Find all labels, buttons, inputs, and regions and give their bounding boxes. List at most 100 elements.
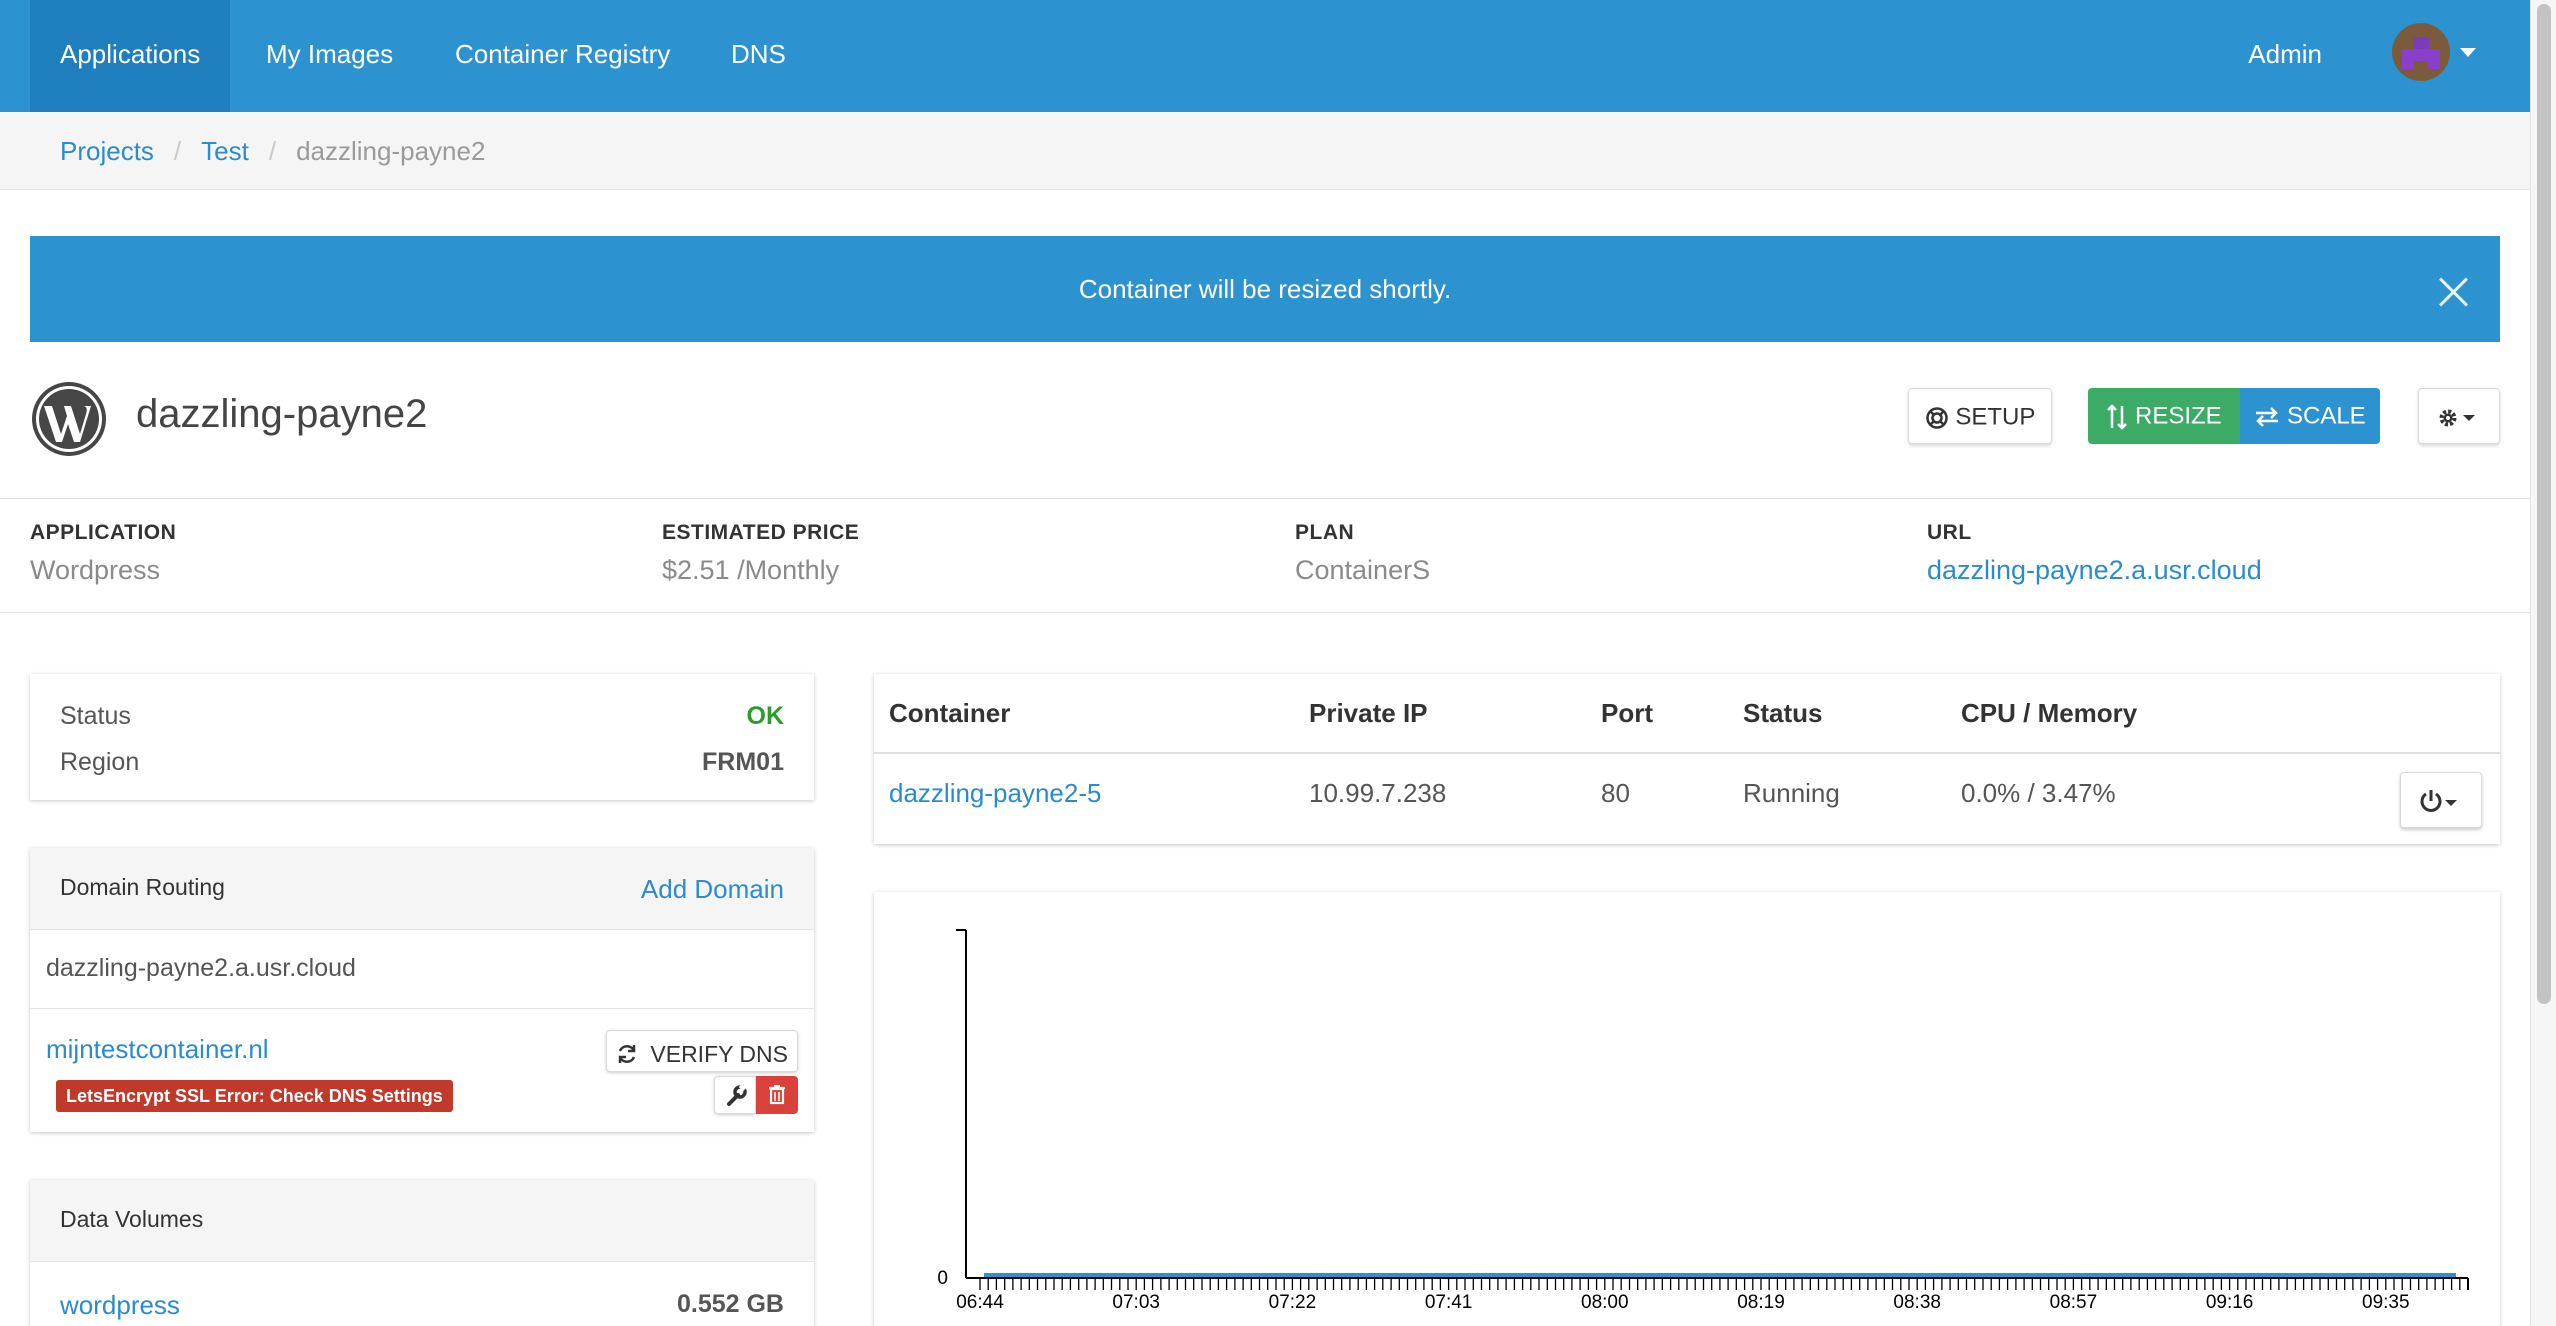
data-volumes-card: Data Volumes wordpress 0.552 GB: [30, 1180, 814, 1326]
ssl-error-badge: LetsEncrypt SSL Error: Check DNS Setting…: [56, 1080, 453, 1112]
status-card: Status OK Region FRM01: [30, 674, 814, 800]
column-header: Container: [889, 698, 1011, 728]
verify-dns-label: VERIFY DNS: [650, 1040, 788, 1067]
info-estimated-price: ESTIMATED PRICE $2.51 /Monthly: [662, 521, 859, 586]
container-usage: 0.0% / 3.47%: [1961, 778, 2116, 808]
default-domain: dazzling-payne2.a.usr.cloud: [46, 954, 356, 982]
settings-dropdown-button[interactable]: [2418, 388, 2500, 444]
resize-label: RESIZE: [2134, 402, 2222, 430]
x-tick-label: 09:16: [2206, 1292, 2254, 1313]
usage-chart: 0 06:44 07:03 07:22 07:41 08:00 08:19 08:38 08:5…: [937, 929, 2469, 1313]
page: Applications My Images Container Registr…: [0, 0, 2530, 1326]
power-dropdown-button[interactable]: [2400, 772, 2482, 828]
setup-button[interactable]: SETUP: [1908, 388, 2052, 444]
avatar[interactable]: [2392, 23, 2450, 81]
scrollbar-thumb[interactable]: [2537, 4, 2551, 1004]
alert-message: Container will be resized shortly.: [1078, 274, 1452, 304]
gear-icon: [2439, 409, 2475, 427]
usage-chart-card: 0 06:44 07:03 07:22 07:41 08:00 08:19 08:38 08:5…: [874, 892, 2500, 1326]
delete-domain-button[interactable]: [756, 1076, 798, 1114]
verify-dns-button[interactable]: VERIFY DNS: [606, 1030, 798, 1072]
info-application: APPLICATION Wordpress: [30, 521, 176, 586]
x-tick-label: 07:22: [1269, 1292, 1317, 1313]
app-info-row: APPLICATION Wordpress ESTIMATED PRICE $2…: [0, 498, 2530, 613]
add-domain-link[interactable]: Add Domain: [641, 874, 784, 905]
scale-button[interactable]: SCALE: [2240, 388, 2380, 444]
card-header: Data Volumes: [30, 1180, 814, 1262]
info-value: $2.51 /Monthly: [662, 555, 840, 585]
wordpress-icon: [32, 382, 106, 456]
x-tick-label: 08:57: [2050, 1292, 2098, 1313]
divider: [30, 1008, 814, 1009]
volume-link[interactable]: wordpress: [60, 1290, 180, 1321]
power-icon: [2420, 790, 2457, 812]
region-label: Region: [60, 748, 140, 776]
container-name-link[interactable]: dazzling-payne2-5: [889, 778, 1101, 809]
region-value: FRM01: [702, 748, 784, 776]
info-label: APPLICATION: [30, 521, 177, 544]
trash-icon: [769, 1085, 785, 1105]
scale-label: SCALE: [2286, 402, 2366, 430]
card-title: Data Volumes: [60, 1206, 204, 1232]
breadcrumb-current: dazzling-payne2: [296, 136, 486, 166]
life-ring-icon: [1925, 406, 1948, 429]
divider: [874, 752, 2500, 754]
edit-domain-button[interactable]: [714, 1076, 756, 1114]
info-value: ContainerS: [1295, 555, 1431, 585]
top-navbar: Applications My Images Container Registr…: [0, 0, 2530, 112]
nav-item-container-registry[interactable]: Container Registry: [425, 0, 700, 112]
info-label: PLAN: [1295, 521, 1355, 544]
x-tick-label: 08:19: [1737, 1292, 1785, 1313]
x-tick-label: 07:41: [1425, 1292, 1473, 1313]
info-url: URL dazzling-payne2.a.usr.cloud: [1927, 521, 2262, 586]
resize-vertical-icon: [2107, 403, 2128, 430]
app-url-link[interactable]: dazzling-payne2.a.usr.cloud: [1927, 555, 2262, 586]
breadcrumb-separator: /: [268, 136, 277, 166]
column-header: Private IP: [1309, 698, 1428, 728]
page-title: dazzling-payne2: [136, 392, 428, 436]
close-icon[interactable]: [2438, 277, 2468, 307]
breadcrumb-test[interactable]: Test: [201, 136, 249, 166]
domain-routing-card: Domain Routing Add Domain dazzling-payne…: [30, 848, 814, 1132]
nav-item-applications[interactable]: Applications: [30, 0, 231, 112]
column-header: Status: [1743, 698, 1823, 728]
breadcrumb-separator: /: [173, 136, 182, 166]
card-title: Domain Routing: [60, 874, 225, 900]
info-label: URL: [1927, 521, 1972, 544]
info-value: Wordpress: [30, 555, 161, 585]
nav-item-dns[interactable]: DNS: [701, 0, 816, 112]
admin-link[interactable]: Admin: [2248, 0, 2322, 108]
nav-item-my-images[interactable]: My Images: [236, 0, 423, 112]
avatar-pixel: [2413, 37, 2429, 49]
resize-button[interactable]: RESIZE: [2088, 388, 2240, 444]
vertical-scrollbar[interactable]: [2530, 0, 2556, 1326]
breadcrumb-projects[interactable]: Projects: [60, 136, 154, 166]
card-header: Domain Routing Add Domain: [30, 848, 814, 930]
x-tick-label: 08:00: [1581, 1292, 1629, 1313]
container-status: Running: [1743, 778, 1840, 808]
refresh-icon: [618, 1044, 636, 1063]
containers-table: Container Private IP Port Status CPU / M…: [874, 674, 2500, 844]
breadcrumb: Projects / Test / dazzling-payne2: [0, 112, 2530, 190]
info-plan: PLAN ContainerS: [1295, 521, 1430, 586]
x-tick-label: 09:35: [2362, 1292, 2410, 1313]
container-ip: 10.99.7.238: [1309, 778, 1447, 808]
x-tick-label: 07:03: [1112, 1292, 1160, 1313]
custom-domain-link[interactable]: mijntestcontainer.nl: [46, 1034, 269, 1065]
x-tick-label: 08:38: [1893, 1292, 1941, 1313]
user-menu-chevron-down-icon[interactable]: [2460, 48, 2476, 57]
avatar-pixel: [2414, 61, 2428, 69]
column-header: Port: [1601, 698, 1653, 728]
x-tick-label: 06:44: [956, 1292, 1004, 1313]
y-tick-label: 0: [937, 1268, 948, 1289]
resize-alert: Container will be resized shortly.: [30, 236, 2500, 342]
setup-label: SETUP: [1955, 403, 2036, 431]
status-badge: OK: [746, 702, 785, 730]
status-row: Status OK: [60, 702, 784, 731]
info-label: ESTIMATED PRICE: [662, 521, 860, 544]
status-label: Status: [60, 702, 131, 730]
container-port: 80: [1601, 778, 1630, 808]
wrench-icon: [727, 1082, 748, 1106]
volume-size: 0.552 GB: [676, 1290, 784, 1318]
region-row: Region FRM01: [60, 748, 784, 777]
